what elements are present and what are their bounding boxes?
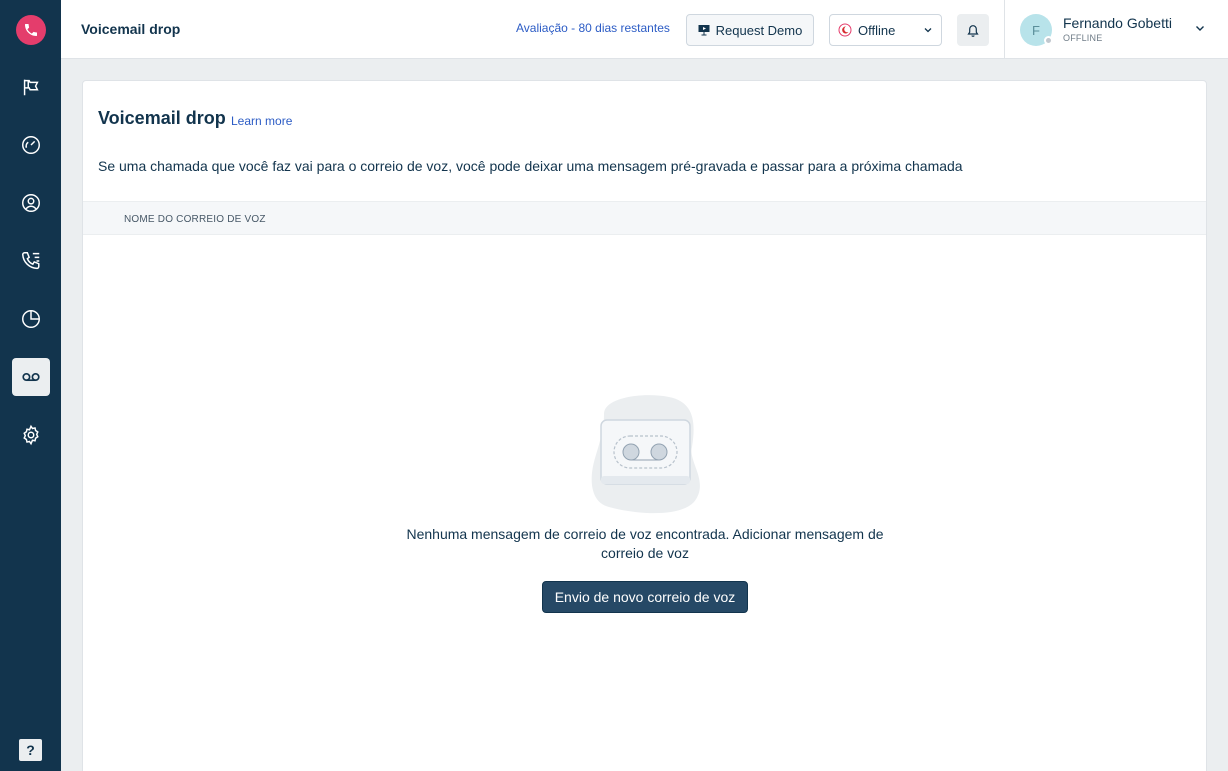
sidebar-item-flag[interactable] (12, 68, 50, 106)
sidebar-item-contacts[interactable] (12, 184, 50, 222)
help-button[interactable]: ? (19, 739, 42, 761)
analytics-icon (22, 310, 40, 328)
user-menu-chevron-icon[interactable] (1194, 22, 1206, 34)
voicemail-drop-panel: Voicemail drop Learn more Se uma chamada… (82, 80, 1207, 771)
empty-state-message: Nenhuma mensagem de correio de voz encon… (406, 526, 884, 561)
sidebar-item-dashboard[interactable] (12, 126, 50, 164)
voicemail-icon (22, 372, 40, 382)
section-description: Se uma chamada que você faz vai para o c… (98, 158, 963, 174)
sidebar-item-settings[interactable] (12, 416, 50, 454)
upload-voicemail-button[interactable]: Envio de novo correio de voz (542, 581, 748, 613)
flag-icon (23, 79, 39, 96)
avatar[interactable]: F (1020, 14, 1053, 46)
presentation-icon (698, 25, 710, 36)
presence-indicator (1044, 36, 1053, 45)
sidebar-item-analytics[interactable] (12, 300, 50, 338)
table-header: NOME DO CORREIO DE VOZ (83, 201, 1206, 235)
top-header: Voicemail drop Avaliação - 80 dias resta… (61, 0, 1228, 59)
status-value: Offline (858, 22, 896, 38)
call-log-icon (22, 252, 40, 270)
status-dropdown[interactable]: Offline (829, 14, 942, 46)
request-demo-button[interactable]: Request Demo (686, 14, 814, 46)
learn-more-link[interactable]: Learn more (231, 114, 292, 128)
scrollbar[interactable] (1218, 59, 1228, 771)
empty-voicemail-illustration-icon (591, 395, 700, 514)
notifications-button[interactable] (957, 14, 989, 46)
sidebar: ? (0, 0, 61, 771)
dashboard-icon (22, 136, 40, 154)
page-title: Voicemail drop (81, 21, 181, 37)
sidebar-item-voicemail[interactable] (12, 358, 50, 396)
header-divider (1004, 0, 1005, 59)
section-title: Voicemail drop (98, 108, 226, 128)
phone-logo-icon[interactable] (16, 15, 46, 45)
chevron-down-icon (924, 28, 932, 33)
moon-icon (838, 23, 852, 37)
bell-icon (967, 25, 979, 37)
trial-link[interactable]: Avaliação - 80 dias restantes (516, 21, 670, 35)
contacts-icon (22, 194, 40, 212)
avatar-initial: F (1032, 22, 1040, 38)
user-name: Fernando Gobetti (1063, 15, 1172, 31)
user-status: OFFLINE (1063, 33, 1103, 43)
settings-icon (23, 424, 39, 446)
column-header-name[interactable]: NOME DO CORREIO DE VOZ (124, 214, 266, 225)
request-demo-label: Request Demo (715, 22, 803, 38)
sidebar-item-call-log[interactable] (12, 242, 50, 280)
